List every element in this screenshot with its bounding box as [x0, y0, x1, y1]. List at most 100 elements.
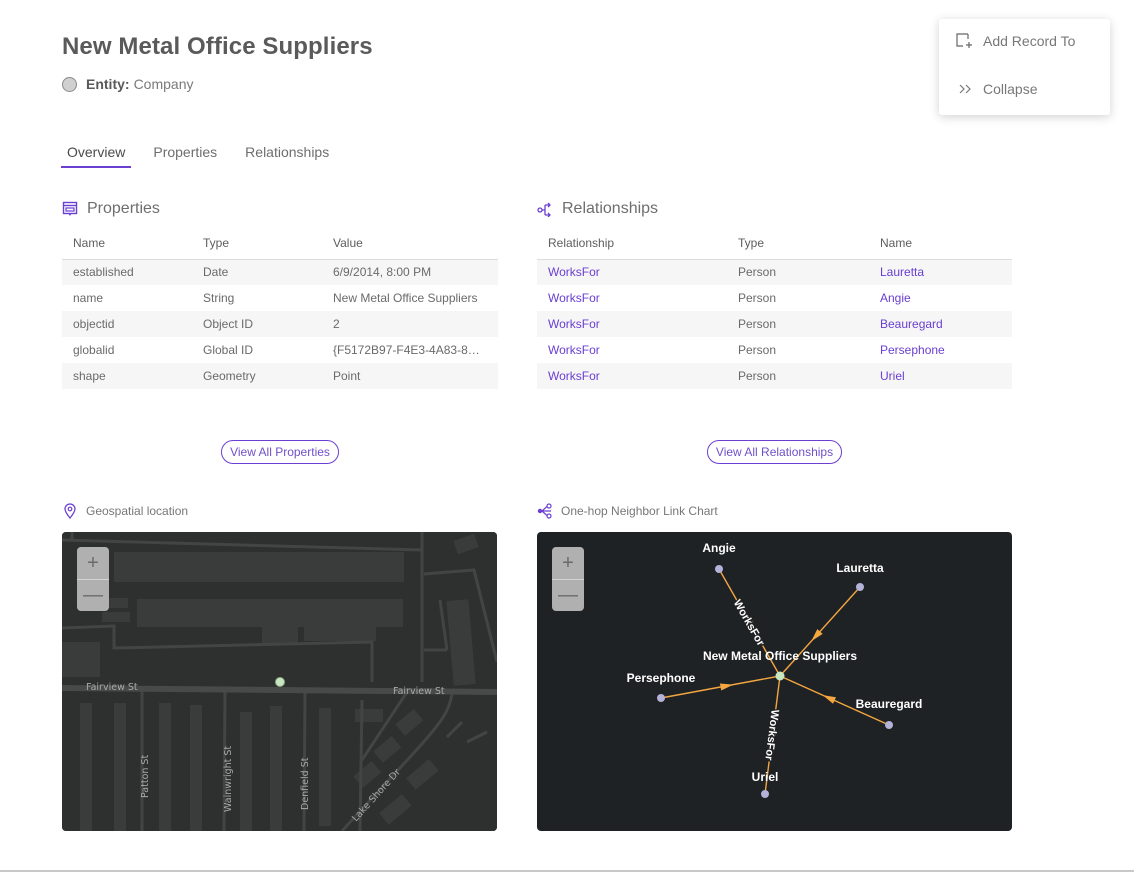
add-record-to-button[interactable]: Add Record To: [955, 33, 1075, 49]
link-chart-header: One-hop Neighbor Link Chart: [537, 503, 718, 519]
property-value: New Metal Office Suppliers: [333, 291, 478, 305]
link-chart-zoom-control: + —: [552, 547, 584, 611]
view-all-properties-button[interactable]: View All Properties: [221, 440, 339, 464]
entity-value: Company: [133, 76, 194, 92]
properties-section-header: Properties: [62, 200, 160, 218]
edge-label: WorksFor: [762, 709, 780, 762]
table-row: WorksFor Person Beauregard: [537, 311, 1012, 337]
relationships-section-title: Relationships: [562, 200, 659, 217]
link-chart[interactable]: WorksFor WorksFor Angie Lauretta Persephone…: [537, 532, 1012, 831]
table-row: WorksFor Person Persephone: [537, 337, 1012, 363]
relationships-section-header: Relationships: [537, 200, 658, 218]
relationship-type: Person: [738, 291, 777, 305]
column-header: Type: [727, 228, 869, 260]
tab-properties[interactable]: Properties: [148, 144, 222, 168]
map-street-label: Wainwright St: [223, 746, 234, 812]
map-street-label: Patton St: [140, 755, 151, 798]
property-name: shape: [62, 363, 192, 389]
related-entity-link[interactable]: Uriel: [869, 363, 1012, 389]
table-header-row: Relationship Type Name: [537, 228, 1012, 260]
relationship-link[interactable]: WorksFor: [537, 311, 727, 337]
property-value: 6/9/2014, 8:00 PM: [322, 259, 498, 285]
properties-panel-icon: [62, 201, 78, 216]
view-all-relationships-button[interactable]: View All Relationships: [707, 440, 842, 464]
property-type: Date: [192, 259, 322, 285]
table-row: WorksFor Person Lauretta: [537, 259, 1012, 285]
node-label: Persephone: [627, 671, 696, 685]
related-entity-link[interactable]: Beauregard: [869, 311, 1012, 337]
center-node[interactable]: [775, 671, 785, 681]
property-value: {F5172B97-F4E3-4A83-8…: [333, 343, 480, 357]
table-row: objectid Object ID 2: [62, 311, 498, 337]
link-node[interactable]: [761, 790, 769, 798]
table-row: globalid Global ID {F5172B97-F4E3-4A83-8…: [62, 337, 498, 363]
related-entity-link[interactable]: Angie: [869, 285, 1012, 311]
tab-bar: Overview Properties Relationships: [60, 144, 352, 168]
geospatial-title: Geospatial location: [86, 504, 189, 518]
collapse-button[interactable]: Collapse: [955, 81, 1037, 97]
relationships-icon: [537, 202, 551, 217]
double-chevron-right-icon: [955, 84, 975, 94]
relationship-type: Person: [727, 311, 869, 337]
table-row: name String New Metal Office Suppliers: [62, 285, 498, 311]
zoom-out-button[interactable]: —: [77, 579, 109, 611]
property-type: Geometry: [192, 363, 322, 389]
relationships-table: Relationship Type Name WorksFor Person L…: [537, 228, 1012, 389]
link-node[interactable]: [715, 565, 723, 573]
location-pin-icon: [64, 503, 76, 519]
property-value: Point: [322, 363, 498, 389]
relationship-link[interactable]: WorksFor: [537, 337, 727, 363]
edge-label: WorksFor: [731, 598, 767, 649]
property-type: Global ID: [203, 343, 254, 357]
map-street-label: Fairview St: [86, 682, 138, 693]
link-node[interactable]: [856, 583, 864, 591]
geospatial-map[interactable]: Fairview St Fairview St Patton St Wainwr…: [62, 532, 497, 831]
relationship-type: Person: [727, 363, 869, 389]
floating-action-menu: Add Record To Collapse: [939, 19, 1110, 115]
table-header-row: Name Type Value: [62, 228, 498, 260]
center-node-label: New Metal Office Suppliers: [703, 649, 857, 663]
tab-relationships[interactable]: Relationships: [240, 144, 334, 168]
column-header: Name: [62, 228, 192, 260]
properties-section-title: Properties: [87, 200, 160, 217]
node-label: Uriel: [752, 770, 779, 784]
link-chart-canvas: WorksFor WorksFor Angie Lauretta Persephone…: [627, 541, 923, 798]
map-zoom-control: + —: [77, 547, 109, 611]
column-header: Relationship: [537, 228, 727, 260]
zoom-in-button[interactable]: +: [77, 547, 109, 579]
related-entity-link[interactable]: Lauretta: [869, 259, 1012, 285]
relationship-type: Person: [727, 259, 869, 285]
link-node[interactable]: [885, 721, 893, 729]
column-header: Type: [192, 228, 322, 260]
property-type: String: [203, 291, 235, 305]
link-node[interactable]: [657, 694, 665, 702]
add-record-icon: [955, 33, 975, 49]
node-label: Lauretta: [836, 561, 884, 575]
property-value: 2: [322, 311, 498, 337]
relationship-link[interactable]: WorksFor: [537, 285, 727, 311]
related-entity-link[interactable]: Persephone: [869, 337, 1012, 363]
zoom-out-button[interactable]: —: [552, 579, 584, 611]
property-name: globalid: [73, 343, 115, 357]
geospatial-header: Geospatial location: [62, 503, 188, 519]
node-label: Beauregard: [856, 697, 923, 711]
link-chart-icon: [537, 503, 552, 519]
entity-label: Entity:: [86, 76, 130, 92]
link-chart-title: One-hop Neighbor Link Chart: [561, 504, 718, 518]
column-header: Value: [322, 228, 498, 260]
map-street-label: Denfield St: [300, 757, 311, 810]
table-row: WorksFor Person Uriel: [537, 363, 1012, 389]
relationship-link[interactable]: WorksFor: [537, 363, 727, 389]
relationship-link[interactable]: WorksFor: [537, 259, 727, 285]
node-label: Angie: [702, 541, 736, 555]
tab-overview[interactable]: Overview: [60, 144, 132, 168]
table-row: established Date 6/9/2014, 8:00 PM: [62, 259, 498, 285]
edge-arrow: [822, 695, 837, 704]
page-title: New Metal Office Suppliers: [62, 33, 373, 60]
table-row: shape Geometry Point: [62, 363, 498, 389]
entity-type-row: Entity: Company: [62, 76, 193, 92]
map-canvas: Fairview St Fairview St Patton St Wainwr…: [62, 532, 497, 831]
zoom-in-button[interactable]: +: [552, 547, 584, 579]
property-name: objectid: [62, 311, 192, 337]
properties-table: Name Type Value established Date 6/9/201…: [62, 228, 498, 389]
